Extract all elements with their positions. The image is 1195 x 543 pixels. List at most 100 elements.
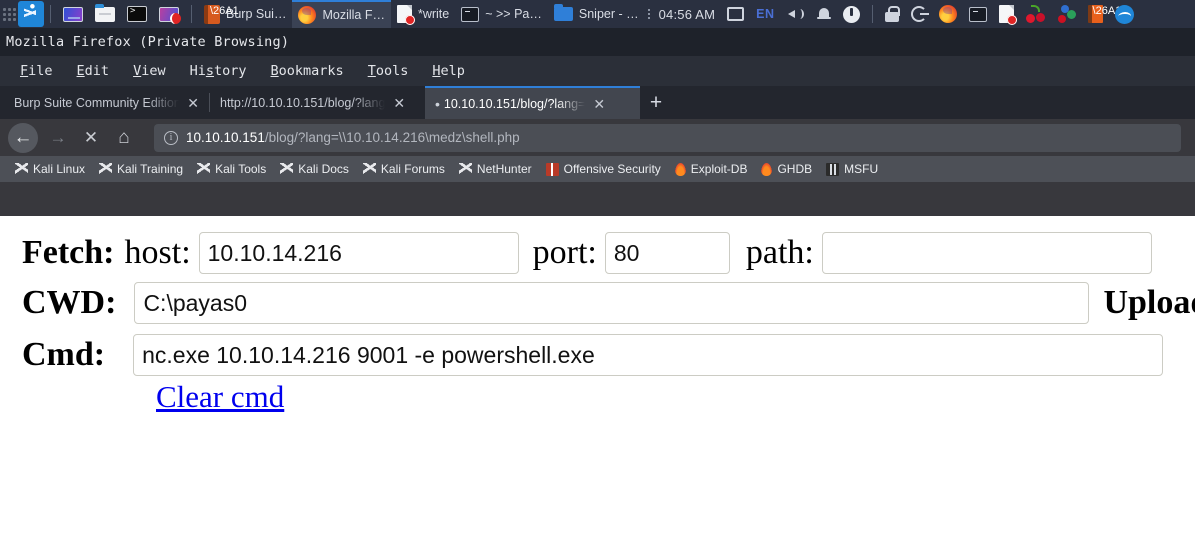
taskbar-app-terminal[interactable]: ~ >> Pa… bbox=[455, 0, 548, 28]
menu-edit[interactable]: Edit bbox=[65, 60, 122, 82]
menu-file[interactable]: File bbox=[8, 60, 65, 82]
tray-cherrytree[interactable] bbox=[1020, 0, 1051, 28]
accesskey: F bbox=[20, 63, 29, 79]
app-grid-icon[interactable] bbox=[2, 0, 16, 28]
tray-document[interactable] bbox=[993, 0, 1020, 28]
taskbar-app-label: Mozilla F… bbox=[322, 8, 385, 22]
bookmark-label: Kali Forums bbox=[380, 162, 445, 176]
volume-icon bbox=[787, 6, 805, 22]
upload-label: Upload: bbox=[1103, 284, 1195, 321]
launcher-terminal[interactable] bbox=[121, 0, 153, 28]
page-content: Fetch: host: port: path: CWD: Upload: Cm… bbox=[0, 216, 1195, 543]
tray-molecule[interactable] bbox=[1051, 0, 1082, 28]
bookmark-label: Exploit-DB bbox=[690, 162, 748, 176]
bookmark-ghdb[interactable]: GHDB bbox=[754, 162, 819, 176]
clock-label: 04:56 AM bbox=[658, 6, 716, 22]
firefox-icon bbox=[938, 5, 957, 23]
tray-lock[interactable] bbox=[879, 0, 905, 28]
path-input[interactable] bbox=[821, 232, 1152, 274]
taskbar-divider-1 bbox=[50, 5, 51, 23]
bookmark-label: GHDB bbox=[777, 162, 813, 176]
accesskey: V bbox=[133, 63, 142, 79]
fetch-row: Fetch: host: port: path: bbox=[22, 232, 1152, 274]
bookmark-label: Kali Linux bbox=[33, 162, 86, 176]
menu-help[interactable]: Help bbox=[420, 60, 477, 82]
bookmark-kali-docs[interactable]: Kali Docs bbox=[273, 162, 356, 176]
close-icon[interactable]: ✕ bbox=[591, 97, 607, 111]
desktop-taskbar: Burp Sui… Mozilla F… *write ~ >> Pa… Sni… bbox=[0, 0, 1195, 28]
close-icon[interactable]: ✕ bbox=[185, 96, 201, 110]
bookmark-kali-forums[interactable]: Kali Forums bbox=[356, 162, 452, 176]
menu-bookmarks[interactable]: Bookmarks bbox=[259, 60, 356, 82]
file-manager-icon bbox=[95, 3, 115, 22]
taskbar-divider-3 bbox=[871, 5, 873, 23]
burpsuite-icon bbox=[1087, 5, 1121, 23]
tab-blog-lang-2[interactable]: • 10.10.10.151/blog/?lang= ✕ bbox=[425, 86, 640, 119]
tab-burp-suite[interactable]: Burp Suite Community Edition ✕ bbox=[4, 86, 209, 119]
cmd-input[interactable] bbox=[133, 334, 1164, 376]
bookmark-msfu[interactable]: MSFU bbox=[819, 162, 885, 176]
kali-dragon-icon bbox=[362, 162, 376, 176]
tab-strip: Burp Suite Community Edition ✕ http://10… bbox=[0, 86, 1195, 119]
back-button[interactable]: ← bbox=[8, 122, 38, 153]
taskbar-clock[interactable]: 04:56 AM bbox=[653, 0, 722, 28]
tray-volume[interactable] bbox=[781, 0, 811, 28]
tray-firefox[interactable] bbox=[933, 0, 963, 28]
tray-power[interactable] bbox=[837, 0, 866, 28]
port-input[interactable] bbox=[604, 232, 730, 274]
cmd-label: Cmd: bbox=[22, 336, 106, 373]
bookmark-exploit-db[interactable]: Exploit-DB bbox=[668, 162, 755, 176]
cwd-input[interactable] bbox=[134, 282, 1090, 324]
burpsuite-icon bbox=[204, 4, 239, 24]
tab-label: Burp Suite Community Edition bbox=[14, 95, 180, 110]
logout-icon bbox=[910, 6, 929, 22]
menu-tools[interactable]: Tools bbox=[356, 60, 421, 82]
close-icon[interactable]: ✕ bbox=[391, 96, 407, 110]
bookmark-kali-training[interactable]: Kali Training bbox=[92, 162, 190, 176]
kali-menu-icon[interactable] bbox=[18, 1, 44, 27]
navigation-toolbar: ← → ✕ ⌂ i 10.10.10.151/blog/?lang=\\10.1… bbox=[0, 119, 1195, 156]
new-tab-button[interactable]: + bbox=[640, 86, 672, 119]
taskbar-overflow-icon[interactable] bbox=[645, 6, 653, 22]
tray-display[interactable] bbox=[721, 0, 750, 28]
launcher-screen-recorder[interactable] bbox=[153, 0, 185, 28]
port-label: port: bbox=[532, 234, 597, 271]
accesskey: s bbox=[205, 63, 214, 79]
menu-view[interactable]: View bbox=[121, 60, 178, 82]
path-label: path: bbox=[745, 234, 814, 271]
launcher-monitor[interactable] bbox=[57, 0, 89, 28]
host-input[interactable] bbox=[198, 232, 519, 274]
bookmark-nethunter[interactable]: NetHunter bbox=[452, 162, 539, 176]
taskbar-app-firefox[interactable]: Mozilla F… bbox=[292, 0, 391, 28]
tab-blog-lang-1[interactable]: http://10.10.10.151/blog/?lang ✕ bbox=[210, 86, 425, 119]
forward-button[interactable]: → bbox=[45, 125, 71, 151]
taskbar-app-burpsuite[interactable]: Burp Sui… bbox=[198, 0, 292, 28]
terminal-icon bbox=[968, 6, 987, 22]
tray-burpsuite[interactable] bbox=[1082, 0, 1121, 28]
bookmark-label: NetHunter bbox=[476, 162, 532, 176]
bookmark-offensive-security[interactable]: Offensive Security bbox=[539, 162, 668, 176]
bookmark-kali-tools[interactable]: Kali Tools bbox=[190, 162, 273, 176]
clear-cmd-link[interactable]: Clear cmd bbox=[156, 379, 284, 415]
bookmarks-bar: Kali Linux Kali Training Kali Tools Kali… bbox=[0, 156, 1195, 182]
firefox-icon bbox=[298, 6, 317, 24]
terminal-icon bbox=[461, 6, 480, 22]
accesskey: B bbox=[270, 63, 279, 79]
launcher-file-manager[interactable] bbox=[89, 0, 121, 28]
taskbar-app-write[interactable]: *write bbox=[391, 0, 455, 28]
url-host: 10.10.10.151 bbox=[186, 130, 265, 145]
url-text: 10.10.10.151/blog/?lang=\\10.10.14.216\m… bbox=[186, 130, 520, 145]
tray-terminal[interactable] bbox=[963, 0, 993, 28]
site-info-icon[interactable]: i bbox=[164, 130, 178, 145]
tray-language[interactable]: EN bbox=[750, 0, 780, 28]
menu-history[interactable]: History bbox=[178, 60, 259, 82]
tray-notifications[interactable] bbox=[811, 0, 837, 28]
msfu-icon bbox=[826, 162, 840, 176]
tab-label: 10.10.10.151/blog/?lang= bbox=[443, 96, 586, 111]
tray-logout[interactable] bbox=[905, 0, 933, 28]
stop-button[interactable]: ✕ bbox=[78, 125, 104, 151]
bookmark-kali-linux[interactable]: Kali Linux bbox=[8, 162, 92, 176]
address-bar[interactable]: i 10.10.10.151/blog/?lang=\\10.10.14.216… bbox=[154, 123, 1181, 152]
home-button[interactable]: ⌂ bbox=[111, 125, 137, 151]
taskbar-app-sniper[interactable]: Sniper - … bbox=[548, 0, 645, 28]
